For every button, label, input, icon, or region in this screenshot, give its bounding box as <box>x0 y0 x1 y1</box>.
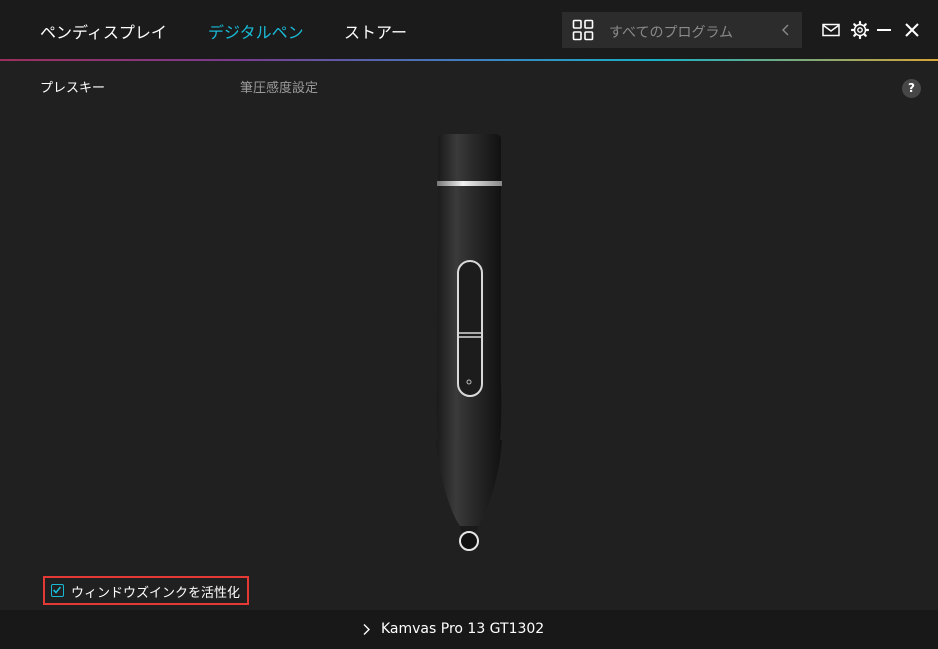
program-selector-placeholder: すべてのプログラム <box>609 25 734 41</box>
subtab-press-keys[interactable]: プレスキー <box>40 77 105 96</box>
windows-ink-checkbox[interactable]: ウィンドウズインクを活性化 <box>43 576 249 605</box>
chevron-left-icon[interactable] <box>778 21 794 39</box>
device-selector[interactable]: Kamvas Pro 13 GT1302 <box>362 621 544 637</box>
checkbox-icon[interactable] <box>51 584 64 597</box>
accent-divider <box>0 59 938 61</box>
device-name: Kamvas Pro 13 GT1302 <box>381 621 545 637</box>
mail-icon[interactable] <box>821 20 841 40</box>
pen-illustration <box>436 134 502 551</box>
program-selector[interactable]: すべてのプログラム <box>562 12 802 48</box>
minimize-icon[interactable] <box>874 20 894 40</box>
gear-icon[interactable] <box>850 20 870 40</box>
chevron-right-icon <box>363 623 370 635</box>
top-bar: ペンディスプレイ デジタルペン ストアー すべてのプログラム <box>0 0 938 59</box>
grid-icon[interactable] <box>572 19 594 41</box>
tab-pen-display[interactable]: ペンディスプレイ <box>40 19 167 43</box>
subtab-pressure-sensitivity[interactable]: 筆圧感度設定 <box>240 77 318 96</box>
close-icon[interactable] <box>902 20 922 40</box>
pen-nib[interactable] <box>459 531 479 551</box>
help-icon[interactable]: ? <box>902 79 921 98</box>
pen-ring <box>437 181 502 186</box>
windows-ink-label: ウィンドウズインクを活性化 <box>71 586 241 601</box>
tab-digital-pen[interactable]: デジタルペン <box>208 19 304 43</box>
pen-side-buttons[interactable] <box>457 260 483 397</box>
tab-store[interactable]: ストアー <box>344 19 407 43</box>
status-bar: Kamvas Pro 13 GT1302 <box>0 610 938 649</box>
